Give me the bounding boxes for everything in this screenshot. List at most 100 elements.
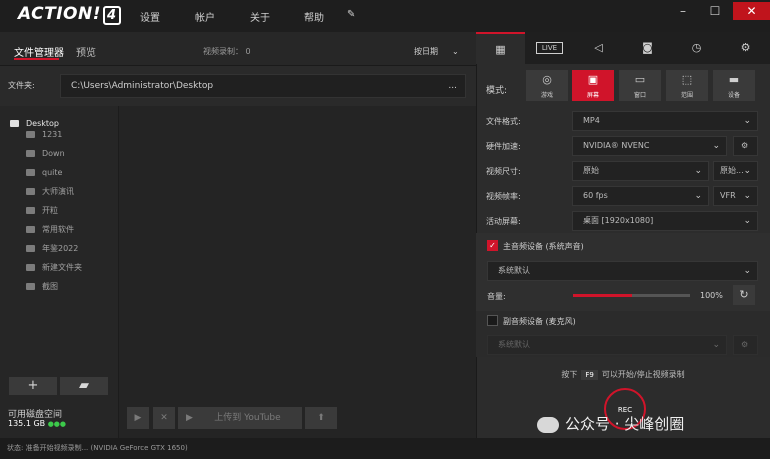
hw-accel-select[interactable]: NVIDIA® NVENC ⌄ (572, 136, 727, 156)
disk-space-value: 135.1 GB ●●● (8, 419, 67, 428)
maximize-icon[interactable]: ☐ (701, 2, 729, 20)
file-list-area[interactable] (118, 106, 476, 438)
chevron-down-icon: ⌄ (694, 166, 702, 176)
mode-game-button[interactable]: ◎ 游戏 (526, 70, 568, 101)
hw-accel-settings-button[interactable]: ⚙ (733, 136, 758, 156)
volume-reset-button[interactable]: ↻ (733, 285, 755, 305)
active-screen-label: 活动屏幕: (486, 217, 521, 226)
film-icon: ▦ (495, 43, 506, 56)
mode-screen-button[interactable]: ▣ 屏幕 (572, 70, 614, 101)
status-bar: 状态: 准备开始视频录制... (NVIDIA GeForce GTX 1650… (0, 438, 770, 459)
folder-icon (26, 245, 35, 252)
frame-rate-label: 视频帧率: (486, 192, 521, 201)
folder-tree: Desktop 1231 Down quite 大师演讯 开粒 常用软件 年鉴2… (0, 106, 118, 376)
folder-icon (26, 226, 35, 233)
folder-path-field[interactable]: C:\Users\Administrator\Desktop... (60, 74, 466, 98)
tab-video[interactable]: ▦ (476, 32, 525, 64)
volume-label: 音量: (487, 292, 506, 301)
folder-icon (26, 264, 35, 271)
active-tab-indicator (14, 58, 59, 60)
folder-icon (26, 150, 35, 157)
tree-root[interactable]: Desktop (0, 106, 118, 128)
chevron-down-icon: ⌄ (743, 216, 751, 226)
minimize-icon[interactable]: – (669, 2, 697, 20)
file-format-label: 文件格式: (486, 117, 521, 126)
active-screen-select[interactable]: 桌面 [1920x1080] ⌄ (572, 211, 758, 231)
vfr-select[interactable]: VFR ⌄ (713, 186, 758, 206)
chevron-down-icon: ⌄ (743, 191, 751, 201)
folder-label: 文件夹: (8, 81, 35, 90)
mic-label: 副音频设备 (麦克风) (503, 317, 576, 326)
record-hint: 按下 F9 可以开始/停止视频录制 (561, 370, 685, 380)
tab-live[interactable]: LIVE (525, 32, 574, 64)
tree-item[interactable]: 大师演讯 (0, 182, 118, 201)
folder-icon (26, 169, 35, 176)
main-audio-checkbox[interactable]: ✓ (487, 240, 498, 251)
chevron-down-icon: ⌄ (743, 116, 751, 126)
tree-item[interactable]: quite (0, 163, 118, 182)
gamepad-icon: ◎ (542, 73, 552, 86)
chevron-down-icon: ⌄ (694, 191, 702, 201)
menu-account[interactable]: 帐户 (195, 9, 215, 24)
folder-action-button[interactable]: ▰ (60, 377, 108, 395)
file-format-select[interactable]: MP4 ⌄ (572, 111, 758, 131)
mic-settings-button[interactable]: ⚙ (733, 335, 758, 355)
menu-about[interactable]: 关于 (250, 9, 270, 24)
tree-item[interactable]: 新建文件夹 (0, 258, 118, 277)
folder-icon (10, 120, 19, 127)
mode-region-button[interactable]: ⬚ 范围 (666, 70, 708, 101)
chevron-down-icon: ⌄ (712, 141, 720, 151)
mic-device-select[interactable]: 系统默认 ⌄ (487, 335, 727, 355)
video-size-select-2[interactable]: 原始... ⌄ (713, 161, 758, 181)
window-icon: ▭ (634, 73, 646, 86)
folder-icon (26, 283, 35, 290)
play-button[interactable]: ▶ (127, 407, 149, 429)
volume-slider-fill (573, 294, 632, 297)
gear-icon: ⚙ (740, 41, 751, 54)
pen-icon[interactable]: ✎ (347, 9, 355, 20)
tab-camera[interactable]: ◙ (623, 32, 672, 64)
add-folder-button[interactable]: + (9, 377, 57, 395)
mic-checkbox[interactable] (487, 315, 498, 326)
folder-icon (26, 207, 35, 214)
tab-timer[interactable]: ◷ (672, 32, 721, 64)
menu-settings[interactable]: 设置 (140, 9, 160, 24)
tree-item[interactable]: 截图 (0, 277, 118, 296)
speaker-icon: ◁ (594, 41, 603, 54)
tab-preview[interactable]: 预览 (76, 44, 96, 59)
tab-audio[interactable]: ◁ (574, 32, 623, 64)
folder-open-icon: ▰ (79, 378, 89, 393)
tree-item[interactable]: Down (0, 144, 118, 163)
close-icon[interactable]: ✕ (733, 2, 770, 20)
mode-device-button[interactable]: ▬ 设备 (713, 70, 755, 101)
tree-item[interactable]: 常用软件 (0, 220, 118, 239)
tree-item[interactable]: 开粒 (0, 201, 118, 220)
more-icon[interactable]: ... (448, 75, 457, 97)
hotkey-badge: F9 (581, 370, 598, 380)
watermark: 公众号 · 尖峰创圈 (537, 413, 684, 434)
disk-status-dots: ●●● (47, 420, 67, 428)
video-size-label: 视频尺寸: (486, 167, 521, 176)
chevron-down-icon: ⌄ (712, 340, 720, 350)
chevron-down-icon: ⌄ (452, 47, 459, 56)
video-count: 视频录制： 0 (203, 47, 251, 56)
tree-item[interactable]: 年鉴2022 (0, 239, 118, 258)
video-size-select[interactable]: 原始 ⌄ (572, 161, 709, 181)
camera-icon: ◙ (642, 41, 653, 54)
frame-rate-select[interactable]: 60 fps ⌄ (572, 186, 709, 206)
mode-window-button[interactable]: ▭ 窗口 (619, 70, 661, 101)
folder-icon (26, 188, 35, 195)
tab-settings[interactable]: ⚙ (721, 32, 770, 64)
upload-youtube-button[interactable]: ▶ 上传到 YouTube (178, 407, 302, 429)
app-logo: ACTION! 4 (18, 4, 121, 25)
main-audio-label: 主音频设备 (系统声音) (503, 242, 584, 251)
sort-dropdown[interactable]: 按日期 ⌄ (414, 46, 459, 57)
device-icon: ▬ (728, 73, 740, 86)
delete-button[interactable]: ✕ (153, 407, 175, 429)
tab-file-manager[interactable]: 文件管理器 (14, 44, 64, 59)
upload-button[interactable]: ⬆ (305, 407, 337, 429)
screen-icon: ▣ (587, 73, 599, 86)
menu-help[interactable]: 帮助 (304, 9, 324, 24)
chevron-down-icon: ⌄ (743, 266, 751, 276)
main-audio-device-select[interactable]: 系统默认 ⌄ (487, 261, 758, 281)
